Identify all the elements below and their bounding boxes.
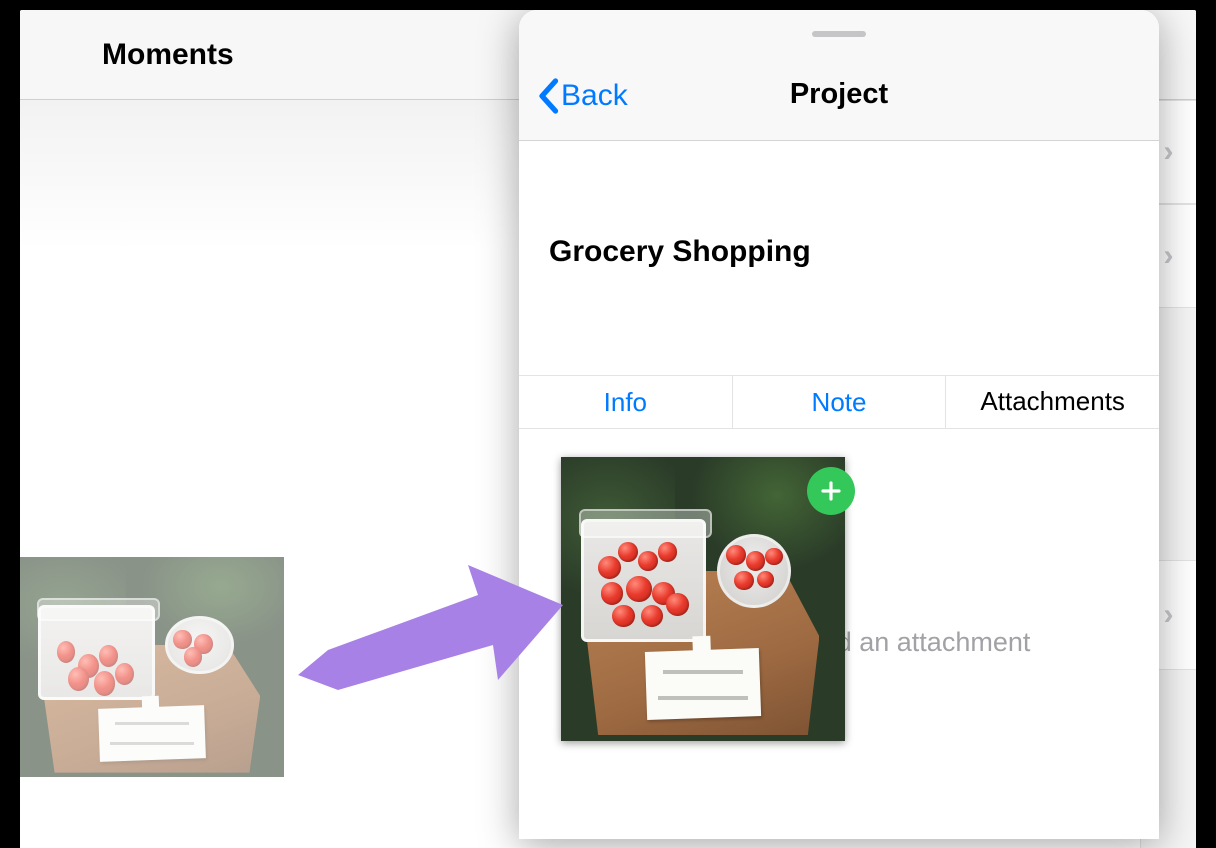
drag-source-thumbnail[interactable] — [20, 557, 284, 777]
attachment-drag-preview[interactable] — [561, 457, 845, 741]
project-popover: Back Project Grocery Shopping Info Note … — [519, 10, 1159, 839]
popover-title: Project — [519, 78, 1159, 111]
chevron-right-icon: › — [1164, 135, 1174, 169]
moments-title: Moments — [102, 38, 234, 72]
popover-content: Grocery Shopping Info Note Attachments T… — [519, 141, 1159, 839]
tab-attachments[interactable]: Attachments — [946, 376, 1159, 428]
chevron-right-icon: › — [1164, 598, 1174, 632]
chevron-right-icon: › — [1164, 239, 1174, 273]
popover-header: Back Project — [519, 10, 1159, 141]
drag-handle[interactable] — [812, 31, 866, 37]
tab-info[interactable]: Info — [519, 376, 733, 428]
add-attachment-badge — [807, 467, 855, 515]
plus-icon — [819, 479, 843, 503]
attachments-pane: Tap below to add an attachment — [519, 429, 1159, 839]
tab-note[interactable]: Note — [733, 376, 947, 428]
tab-bar: Info Note Attachments — [519, 375, 1159, 429]
project-name: Grocery Shopping — [549, 235, 811, 269]
